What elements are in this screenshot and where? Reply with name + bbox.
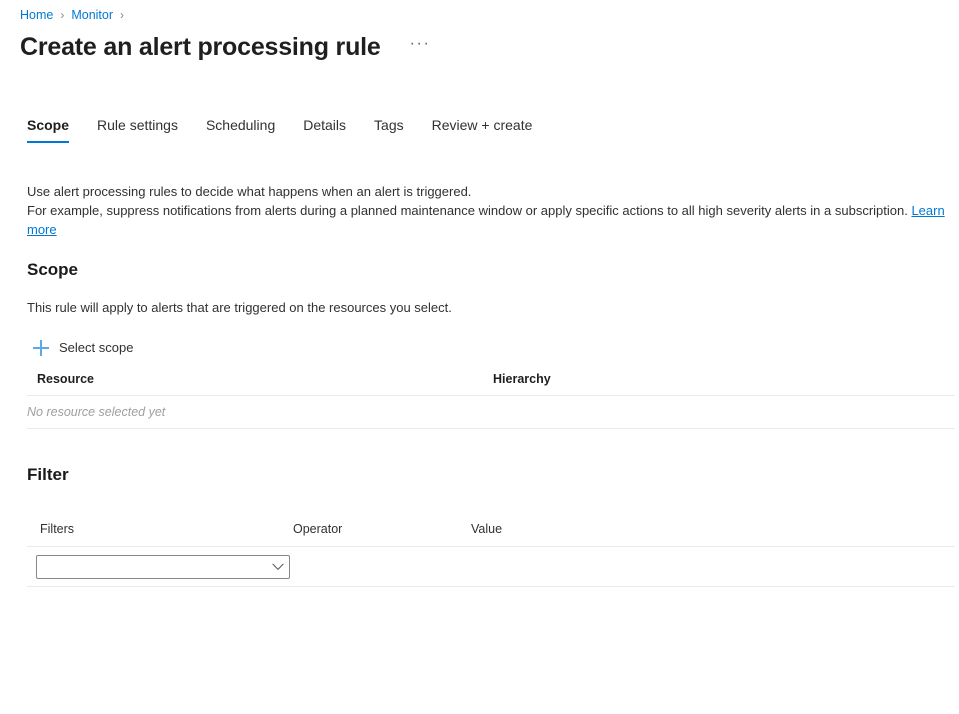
tab-label: Details [303,117,346,133]
filter-row [27,547,955,587]
filter-section-heading: Filter [27,464,69,486]
more-options-icon[interactable]: ··· [407,32,434,62]
tab-review-create[interactable]: Review + create [432,116,533,143]
tab-label: Rule settings [97,117,178,133]
breadcrumb-item-monitor[interactable]: Monitor [71,7,113,23]
breadcrumb-item-home[interactable]: Home [20,7,53,23]
tab-scope[interactable]: Scope [27,116,69,143]
tab-details[interactable]: Details [303,116,346,143]
filter-cell-filters [27,555,293,579]
column-header-filters: Filters [27,522,293,536]
breadcrumb-separator-icon: › [120,7,124,23]
filter-table-header: Filters Operator Value [27,522,955,547]
wizard-tabs: Scope Rule settings Scheduling Details T… [27,116,532,148]
page-header: Create an alert processing rule ··· [20,31,433,63]
resource-table-empty-row: No resource selected yet [27,396,955,429]
column-header-operator: Operator [293,522,471,536]
page-title: Create an alert processing rule [20,31,381,63]
tab-tags[interactable]: Tags [374,116,404,143]
column-header-value: Value [471,522,955,536]
breadcrumb: Home › Monitor › [20,7,131,23]
tab-label: Review + create [432,117,533,133]
tab-label: Scheduling [206,117,275,133]
intro-line-2: For example, suppress notifications from… [27,203,911,218]
plus-icon [33,340,49,356]
tab-scheduling[interactable]: Scheduling [206,116,275,143]
filter-table: Filters Operator Value [27,522,955,587]
select-scope-label: Select scope [59,339,133,357]
column-header-resource: Resource [27,372,493,386]
resource-table: Resource Hierarchy No resource selected … [27,372,955,429]
column-header-hierarchy: Hierarchy [493,372,955,386]
resource-table-header: Resource Hierarchy [27,372,955,396]
chevron-down-icon[interactable] [267,556,289,578]
breadcrumb-separator-icon: › [60,7,64,23]
resource-empty-message: No resource selected yet [27,403,165,421]
scope-section-description: This rule will apply to alerts that are … [27,299,452,317]
intro-line-1: Use alert processing rules to decide wha… [27,184,471,199]
intro-description: Use alert processing rules to decide wha… [27,182,947,239]
tab-rule-settings[interactable]: Rule settings [97,116,178,143]
select-scope-button[interactable]: Select scope [31,337,139,359]
tab-label: Tags [374,117,404,133]
filter-select[interactable] [36,555,290,579]
scope-section-heading: Scope [27,259,78,281]
tab-label: Scope [27,117,69,133]
